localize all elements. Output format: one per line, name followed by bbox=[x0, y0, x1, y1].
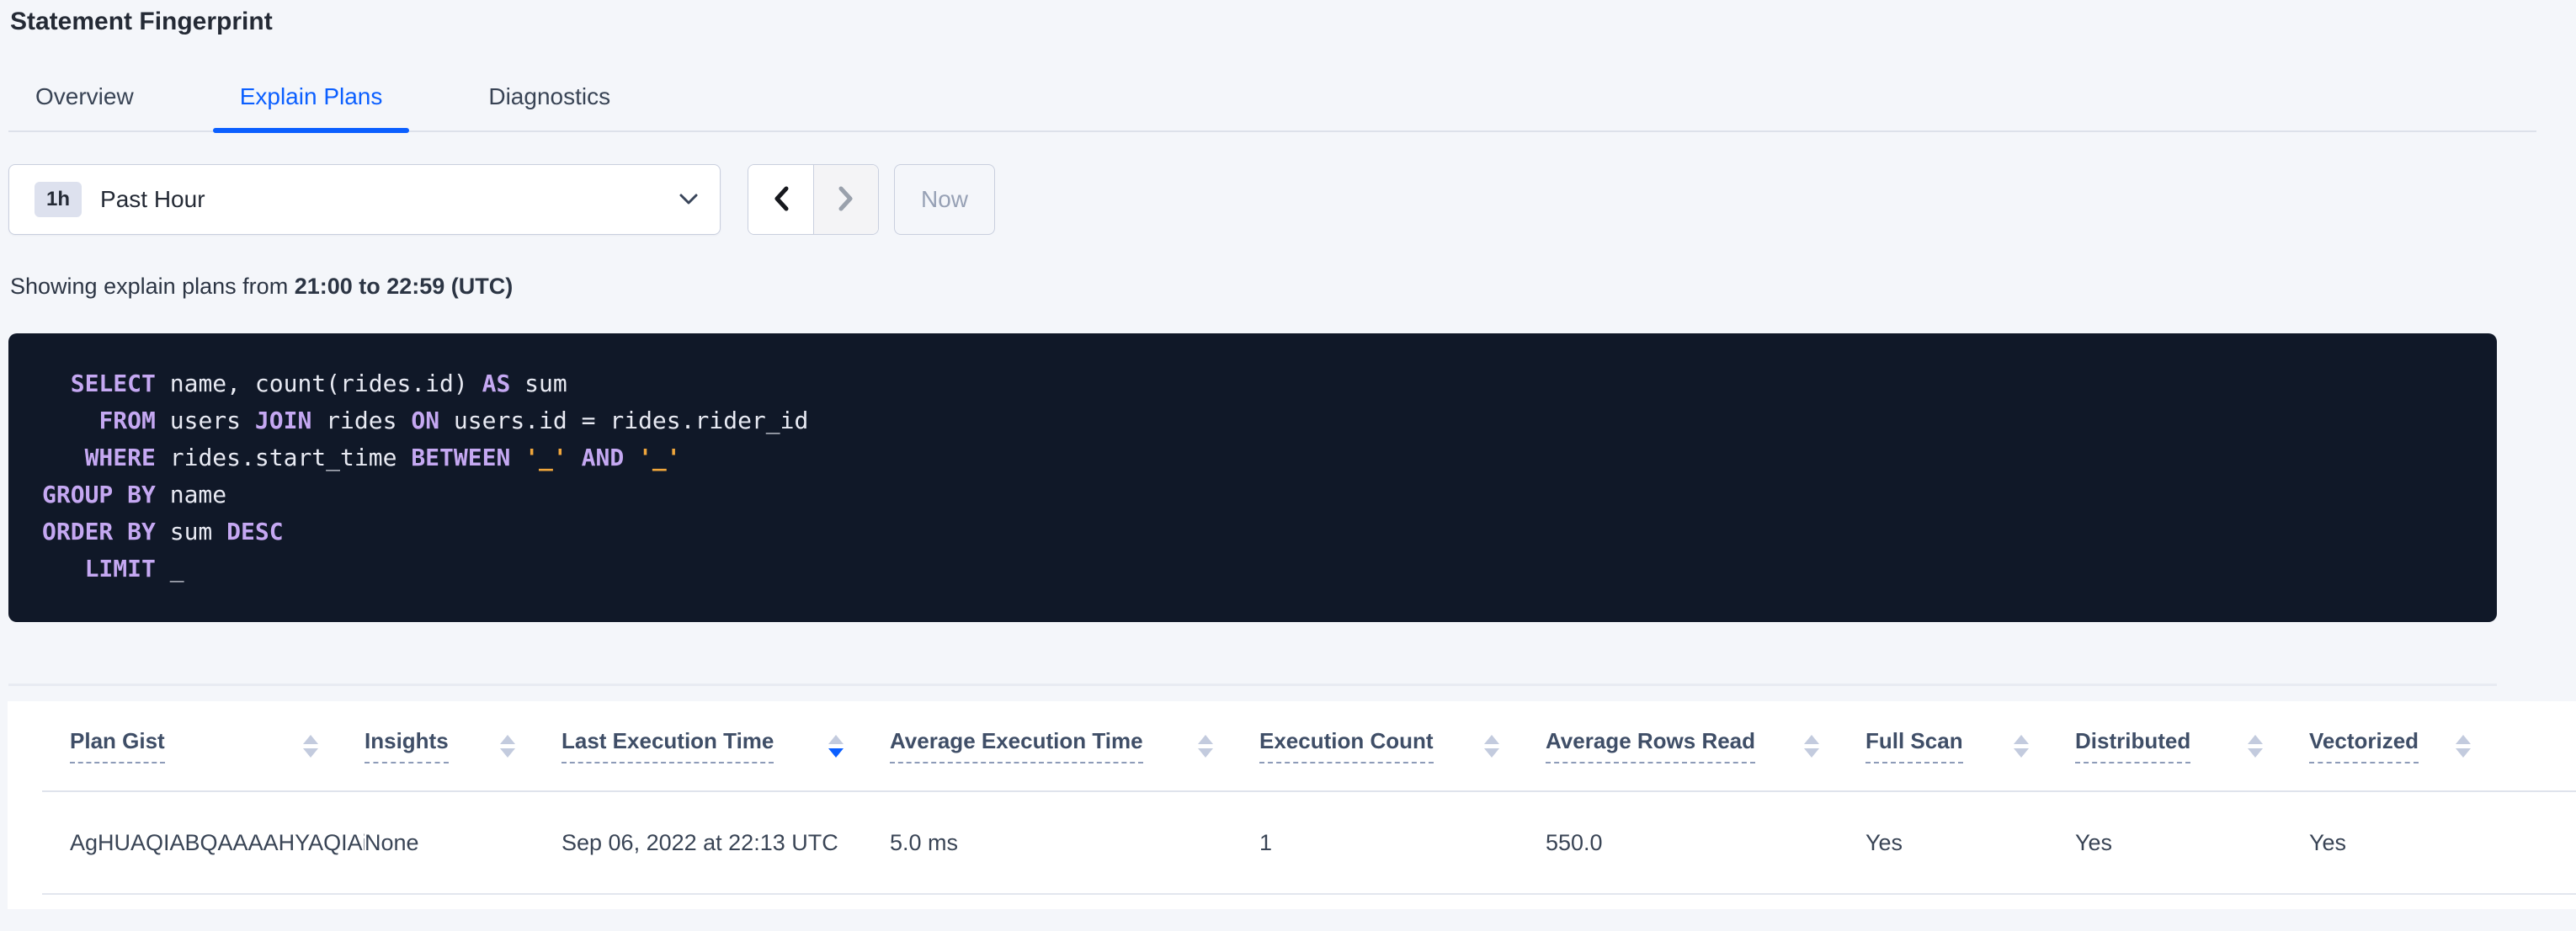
time-pager bbox=[748, 164, 879, 235]
summary-range: 21:00 to 22:59 (UTC) bbox=[295, 274, 514, 299]
cell-full-scan: Yes bbox=[1865, 830, 2075, 856]
column-header-insights[interactable]: Insights bbox=[365, 728, 562, 763]
column-label: Plan Gist bbox=[70, 728, 165, 763]
column-header-execution-count[interactable]: Execution Count bbox=[1259, 728, 1546, 763]
chevron-down-icon bbox=[679, 194, 698, 205]
sort-icon[interactable] bbox=[2456, 735, 2471, 758]
time-range-summary: Showing explain plans from 21:00 to 22:5… bbox=[10, 274, 2576, 300]
summary-prefix: Showing explain plans from bbox=[10, 274, 295, 299]
sql-line: LIMIT _ bbox=[42, 551, 2463, 588]
column-header-average-execution-time[interactable]: Average Execution Time bbox=[890, 728, 1259, 763]
column-header-vectorized[interactable]: Vectorized bbox=[2309, 728, 2479, 763]
cell-average-rows-read: 550.0 bbox=[1546, 830, 1865, 856]
sort-icon[interactable] bbox=[303, 735, 318, 758]
sort-icon[interactable] bbox=[828, 735, 844, 758]
sql-line: ORDER BY sum DESC bbox=[42, 513, 2463, 551]
column-label: Insights bbox=[365, 728, 449, 763]
chevron-left-icon bbox=[773, 186, 790, 214]
section-divider bbox=[8, 684, 2497, 686]
tab-overview[interactable]: Overview bbox=[8, 78, 161, 130]
sort-icon[interactable] bbox=[2014, 735, 2029, 758]
column-label: Vectorized bbox=[2309, 728, 2419, 763]
next-time-button[interactable] bbox=[813, 165, 878, 234]
previous-time-button[interactable] bbox=[748, 165, 813, 234]
tab-diagnostics[interactable]: Diagnostics bbox=[461, 78, 637, 130]
table-header-row: Plan Gist Insights Last Execution Time Aver… bbox=[42, 701, 2576, 792]
sort-icon[interactable] bbox=[1804, 735, 1819, 758]
sql-line: FROM users JOIN rides ON users.id = ride… bbox=[42, 402, 2463, 439]
cell-last-execution-time: Sep 06, 2022 at 22:13 UTC bbox=[562, 830, 890, 856]
sql-statement-box: SELECT name, count(rides.id) AS sum FROM… bbox=[8, 333, 2497, 622]
now-button[interactable]: Now bbox=[894, 164, 995, 235]
cell-average-execution-time: 5.0 ms bbox=[890, 830, 1259, 856]
time-range-badge: 1h bbox=[35, 182, 82, 217]
time-range-dropdown[interactable]: 1h Past Hour bbox=[8, 164, 721, 235]
column-header-plan-gist[interactable]: Plan Gist bbox=[42, 728, 365, 763]
chevron-right-icon bbox=[838, 186, 854, 214]
sql-line: WHERE rides.start_time BETWEEN '_' AND '… bbox=[42, 439, 2463, 476]
sort-icon[interactable] bbox=[500, 735, 515, 758]
column-header-distributed[interactable]: Distributed bbox=[2075, 728, 2309, 763]
cell-plan-gist: AgHUAQIABQAAAAHYAQIAiA... bbox=[42, 830, 365, 856]
sort-icon[interactable] bbox=[1198, 735, 1213, 758]
time-toolbar: 1h Past Hour Now bbox=[8, 164, 2576, 235]
column-label: Average Rows Read bbox=[1546, 728, 1755, 763]
cell-distributed: Yes bbox=[2075, 830, 2309, 856]
column-header-last-execution-time[interactable]: Last Execution Time bbox=[562, 728, 890, 763]
sort-icon[interactable] bbox=[2248, 735, 2263, 758]
cell-execution-count: 1 bbox=[1259, 830, 1546, 856]
column-label: Distributed bbox=[2075, 728, 2190, 763]
tab-explain-plans[interactable]: Explain Plans bbox=[213, 78, 410, 130]
cell-vectorized: Yes bbox=[2309, 830, 2479, 856]
tab-bar: Overview Explain Plans Diagnostics bbox=[8, 78, 2536, 132]
column-header-average-rows-read[interactable]: Average Rows Read bbox=[1546, 728, 1865, 763]
column-label: Execution Count bbox=[1259, 728, 1434, 763]
sql-line: GROUP BY name bbox=[42, 476, 2463, 513]
table-row[interactable]: AgHUAQIABQAAAAHYAQIAiA...NoneSep 06, 202… bbox=[42, 792, 2576, 895]
time-range-label: Past Hour bbox=[100, 186, 205, 213]
column-label: Average Execution Time bbox=[890, 728, 1143, 763]
explain-plans-table-card: Plan Gist Insights Last Execution Time Aver… bbox=[8, 701, 2576, 909]
page-title: Statement Fingerprint bbox=[10, 7, 2576, 36]
sql-line: SELECT name, count(rides.id) AS sum bbox=[42, 365, 2463, 402]
column-label: Last Execution Time bbox=[562, 728, 774, 763]
cell-insights: None bbox=[365, 830, 562, 856]
sort-icon[interactable] bbox=[1484, 735, 1499, 758]
column-header-full-scan[interactable]: Full Scan bbox=[1865, 728, 2075, 763]
column-label: Full Scan bbox=[1865, 728, 1963, 763]
